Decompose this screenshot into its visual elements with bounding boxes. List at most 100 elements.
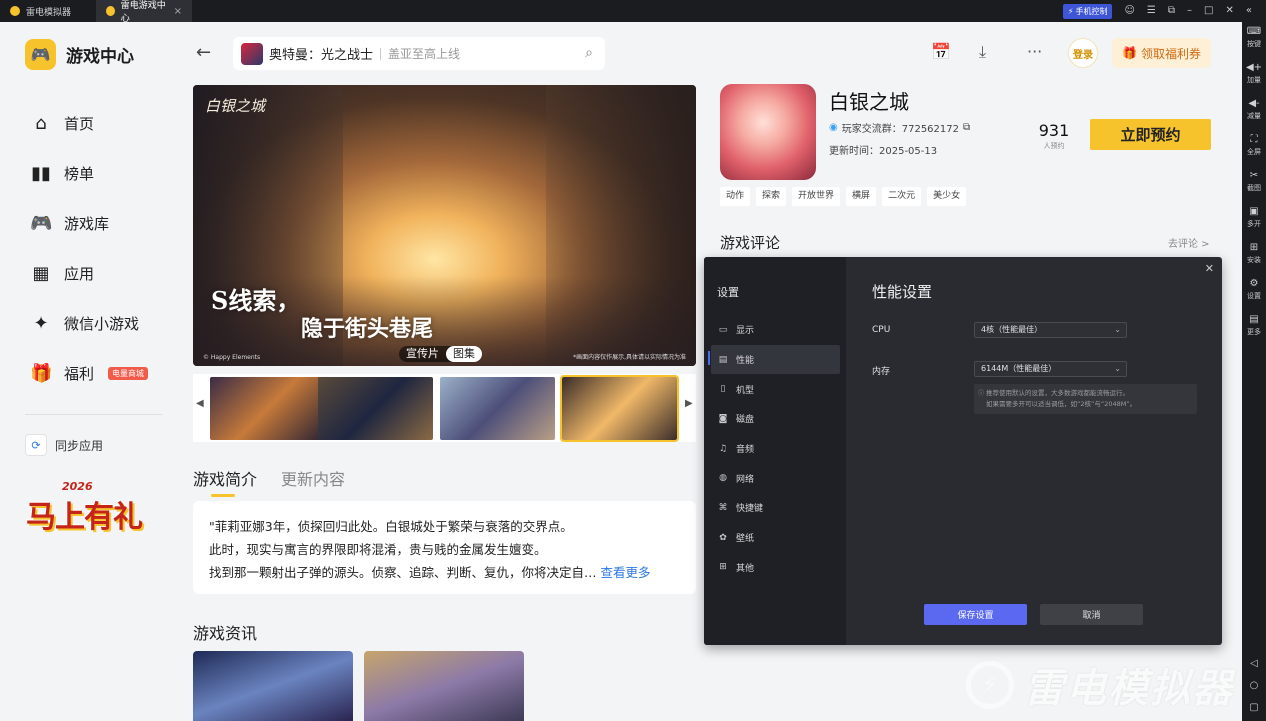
- nav-item-welfare[interactable]: 🎁 福利 电量商城: [30, 348, 149, 398]
- app-logo[interactable]: 🎮 游戏中心: [25, 39, 134, 70]
- tab-trailer[interactable]: 宣传片: [399, 346, 446, 362]
- close-icon[interactable]: ✕: [1225, 6, 1233, 16]
- gallery-thumbnail[interactable]: [210, 377, 325, 440]
- game-tag[interactable]: 美少女: [927, 187, 967, 206]
- promo-banner[interactable]: 2026 马上有礼: [24, 478, 160, 540]
- settings-menu-other[interactable]: ⊞ 其他: [711, 553, 840, 583]
- restore-window-icon[interactable]: ⧉: [1168, 6, 1175, 16]
- volume-down-icon: ◀-: [1248, 98, 1260, 109]
- settings-menu-audio[interactable]: ♫ 音频: [711, 434, 840, 464]
- collapse-sidebar-icon[interactable]: «: [1246, 6, 1252, 16]
- cpu-select[interactable]: 4核（性能最佳） ⌄: [974, 322, 1127, 338]
- app-title: 游戏中心: [66, 47, 134, 67]
- reservation-label: 人预约: [1043, 142, 1065, 150]
- description-line-last: 找到那一颗射出子弹的源头。侦察、追踪、判断、复仇，你将决定自… 查看更多: [209, 561, 680, 584]
- nav-item-ranking[interactable]: ▮▮ 榜单: [30, 148, 148, 198]
- wechat-game-icon: ✦: [33, 312, 49, 334]
- more-dots-icon[interactable]: ···: [1027, 42, 1042, 61]
- download-icon[interactable]: ⤓: [979, 42, 986, 62]
- promo-text: 马上有礼: [26, 500, 143, 535]
- search-bar[interactable]: 奥特曼：光之战士 盖亚至高上线 ⌕: [233, 37, 605, 70]
- game-tag[interactable]: 二次元: [882, 187, 922, 206]
- chevron-down-icon: ⌄: [1114, 325, 1121, 334]
- tab-update-content[interactable]: 更新内容: [281, 466, 345, 490]
- save-settings-button[interactable]: 保存设置: [924, 604, 1027, 625]
- toolbar-multi-instance[interactable]: ▣ 多开: [1242, 206, 1266, 242]
- gallery-thumbnail[interactable]: [318, 377, 433, 440]
- settings-menu-label: 性能: [736, 356, 755, 367]
- settings-menu-disk[interactable]: ◙ 磁盘: [711, 404, 840, 434]
- player-group: ◉ 玩家交流群：772562172 ⧉: [829, 120, 970, 135]
- gallery-thumbnail[interactable]: [440, 377, 555, 440]
- dialog-close-icon[interactable]: ✕: [1205, 262, 1214, 275]
- settings-title: 性能设置: [872, 283, 933, 301]
- tab-ldplayer[interactable]: 雷电模拟器: [0, 0, 96, 22]
- phone-control-button[interactable]: ⚡ 手机控制: [1062, 3, 1113, 19]
- lightning-icon: ⚡: [1067, 6, 1074, 16]
- toolbar-volume-down[interactable]: ◀- 减量: [1242, 98, 1266, 134]
- write-review-link[interactable]: 去评论 >: [1168, 235, 1210, 250]
- ranking-icon: ▮▮: [31, 162, 51, 184]
- nav-item-home[interactable]: ⌂ 首页: [30, 98, 148, 148]
- cancel-button[interactable]: 取消: [1040, 604, 1143, 625]
- reserve-button[interactable]: 立即预约: [1090, 119, 1211, 150]
- settings-menu-device-model[interactable]: ▯ 机型: [711, 374, 840, 404]
- media-banner[interactable]: 白银之城 S线索， 隐于街头巷尾 © Happy Elements *画面内容仅…: [193, 85, 696, 366]
- memory-label: 内存: [872, 367, 891, 377]
- qq-icon: ◉: [829, 122, 838, 133]
- memory-select[interactable]: 6144M（性能最佳） ⌄: [974, 361, 1127, 377]
- calendar-icon[interactable]: 📅: [931, 42, 951, 61]
- toolbar-settings[interactable]: ⚙ 设置: [1242, 278, 1266, 314]
- settings-menu-performance[interactable]: ▤ 性能: [708, 344, 840, 375]
- user-icon[interactable]: ☺: [1124, 6, 1134, 16]
- game-tag[interactable]: 探索: [756, 187, 787, 206]
- nav-item-apps[interactable]: ▦ 应用: [30, 248, 148, 298]
- news-card-image[interactable]: [364, 651, 524, 721]
- nav-item-wechat-games[interactable]: ✦ 微信小游戏: [30, 298, 148, 348]
- welfare-label: 领取福利券: [1140, 46, 1201, 61]
- android-nav-buttons: ◁ ○ ▢: [1242, 658, 1266, 713]
- tab-close-icon[interactable]: ×: [174, 6, 182, 17]
- game-tag[interactable]: 横屏: [846, 187, 877, 206]
- toolbar-keyboard[interactable]: ⌨ 按键: [1242, 26, 1266, 62]
- welfare-coupon-button[interactable]: 🎁 领取福利券: [1112, 38, 1211, 68]
- back-arrow-icon[interactable]: ←: [196, 42, 211, 63]
- recent-square-icon[interactable]: ▢: [1249, 702, 1258, 713]
- settings-menu-shortcuts[interactable]: ⌘ 快捷键: [711, 493, 840, 523]
- tab-game-center[interactable]: 雷电游戏中心 ×: [96, 0, 192, 24]
- see-more-link[interactable]: 查看更多: [601, 565, 651, 580]
- toolbar-label: 多开: [1247, 220, 1261, 228]
- next-arrow-icon[interactable]: ▶: [685, 398, 693, 409]
- maximize-icon[interactable]: □: [1204, 6, 1213, 16]
- nav-item-game-library[interactable]: 🎮 游戏库: [30, 198, 148, 248]
- settings-menu-network[interactable]: ◍ 网络: [711, 463, 840, 493]
- tab-game-intro[interactable]: 游戏简介: [193, 466, 257, 497]
- news-card-image[interactable]: [193, 651, 353, 721]
- banner-headline-initial: S: [211, 286, 229, 315]
- sync-apps-button[interactable]: ⟳ 同步应用: [25, 434, 103, 456]
- settings-menu-wallpaper[interactable]: ✿ 壁纸: [711, 523, 840, 553]
- search-icon[interactable]: ⌕: [585, 45, 593, 61]
- settings-menu-display[interactable]: ▭ 显示: [711, 315, 840, 345]
- toolbar-screenshot[interactable]: ✂ 截图: [1242, 170, 1266, 206]
- banner-headline-2: 隐于街头巷尾: [301, 316, 434, 342]
- home-circle-icon[interactable]: ○: [1250, 680, 1259, 691]
- game-tag[interactable]: 动作: [720, 187, 751, 206]
- back-triangle-icon[interactable]: ◁: [1250, 658, 1258, 669]
- game-tag[interactable]: 开放世界: [792, 187, 841, 206]
- prev-arrow-icon[interactable]: ◀: [196, 398, 204, 409]
- intro-tabs: 游戏简介 更新内容: [193, 466, 345, 497]
- tab-gallery[interactable]: 图集: [446, 346, 482, 362]
- toolbar-label: 安装: [1247, 256, 1261, 264]
- menu-icon[interactable]: ☰: [1147, 6, 1156, 16]
- minimize-icon[interactable]: –: [1187, 6, 1192, 16]
- ldplayer-watermark: ⚡ 雷电模拟器: [966, 656, 1234, 714]
- toolbar-fullscreen[interactable]: ⛶ 全屏: [1242, 134, 1266, 170]
- toolbar-volume-up[interactable]: ◀+ 加量: [1242, 62, 1266, 98]
- toolbar-install[interactable]: ⊞ 安装: [1242, 242, 1266, 278]
- login-button[interactable]: 登录: [1068, 38, 1098, 68]
- copy-icon[interactable]: ⧉: [963, 122, 970, 133]
- gallery-thumbnail-selected[interactable]: [560, 375, 679, 442]
- toolbar-more[interactable]: ▤ 更多: [1242, 314, 1266, 350]
- game-name: 白银之城: [829, 90, 909, 114]
